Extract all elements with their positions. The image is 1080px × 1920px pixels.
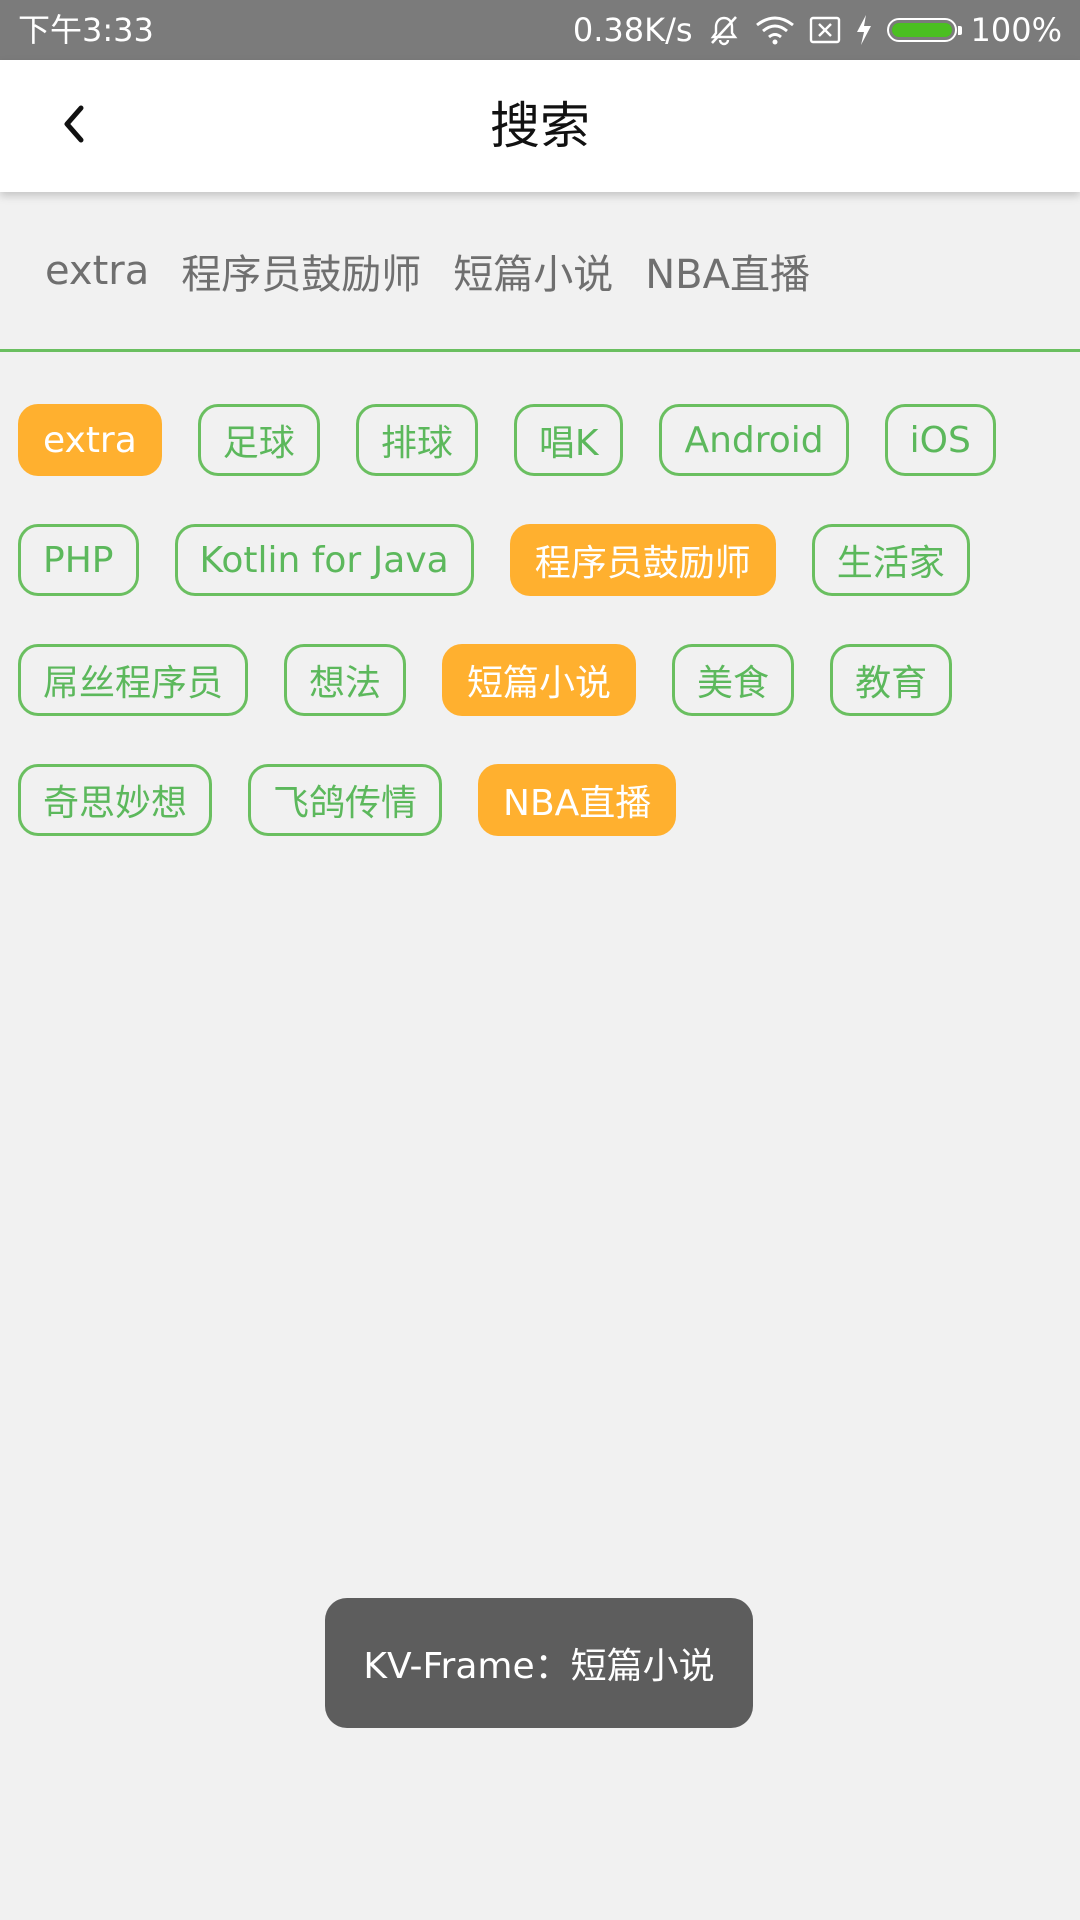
tag-chip[interactable]: 足球 <box>197 404 320 476</box>
tag-chip[interactable]: 排球 <box>355 404 478 476</box>
tag-chip[interactable]: 美食 <box>672 644 795 716</box>
tag-chip[interactable]: PHP <box>18 524 139 596</box>
tag-chip[interactable]: 屌丝程序员 <box>18 644 249 716</box>
tag-flow: extra 足球 排球 唱K Android iOS PHP Kotlin fo… <box>18 404 1062 836</box>
net-speed: 0.38K/s <box>572 11 693 49</box>
tag-chip[interactable]: 程序员鼓励师 <box>509 524 776 596</box>
selected-tags-row: extra 程序员鼓励师 短篇小说 NBA直播 <box>0 192 1080 352</box>
status-time: 下午3:33 <box>18 11 154 49</box>
tag-chip[interactable]: 短篇小说 <box>442 644 637 716</box>
selected-tag-text: 短篇小说 <box>453 251 614 298</box>
tag-chip[interactable]: 想法 <box>284 644 407 716</box>
selected-tag-text: NBA直播 <box>645 251 810 298</box>
battery-fill <box>891 23 952 37</box>
mute-bell-icon <box>707 13 741 47</box>
tag-chip[interactable]: 奇思妙想 <box>18 764 213 836</box>
battery-tip <box>957 26 962 35</box>
charging-bolt-icon <box>855 14 873 46</box>
tag-chip[interactable]: 教育 <box>830 644 953 716</box>
sim-x-icon <box>809 15 841 45</box>
selected-tag-text: extra <box>45 247 150 294</box>
battery-percent: 100% <box>970 11 1062 49</box>
status-bar: 下午3:33 0.38K/s 100% <box>0 0 1080 60</box>
tag-chip[interactable]: NBA直播 <box>478 764 677 836</box>
tag-chip[interactable]: 飞鸽传情 <box>248 764 443 836</box>
tag-chip[interactable]: extra <box>18 404 162 476</box>
tag-chip[interactable]: iOS <box>884 404 996 476</box>
selected-tag-text: 程序员鼓励师 <box>181 251 422 298</box>
battery-icon <box>886 18 962 42</box>
status-right-group: 0.38K/s 100% <box>573 11 1062 49</box>
tag-chip[interactable]: Android <box>659 404 849 476</box>
tag-chip[interactable]: 唱K <box>513 404 624 476</box>
toast-message: KV-Frame：短篇小说 <box>325 1598 753 1728</box>
page-title: 搜索 <box>490 97 590 155</box>
tag-chip[interactable]: 生活家 <box>811 524 970 596</box>
tag-chip[interactable]: Kotlin for Java <box>174 524 474 596</box>
wifi-icon <box>755 15 795 45</box>
app-bar: 搜索 <box>0 60 1080 192</box>
